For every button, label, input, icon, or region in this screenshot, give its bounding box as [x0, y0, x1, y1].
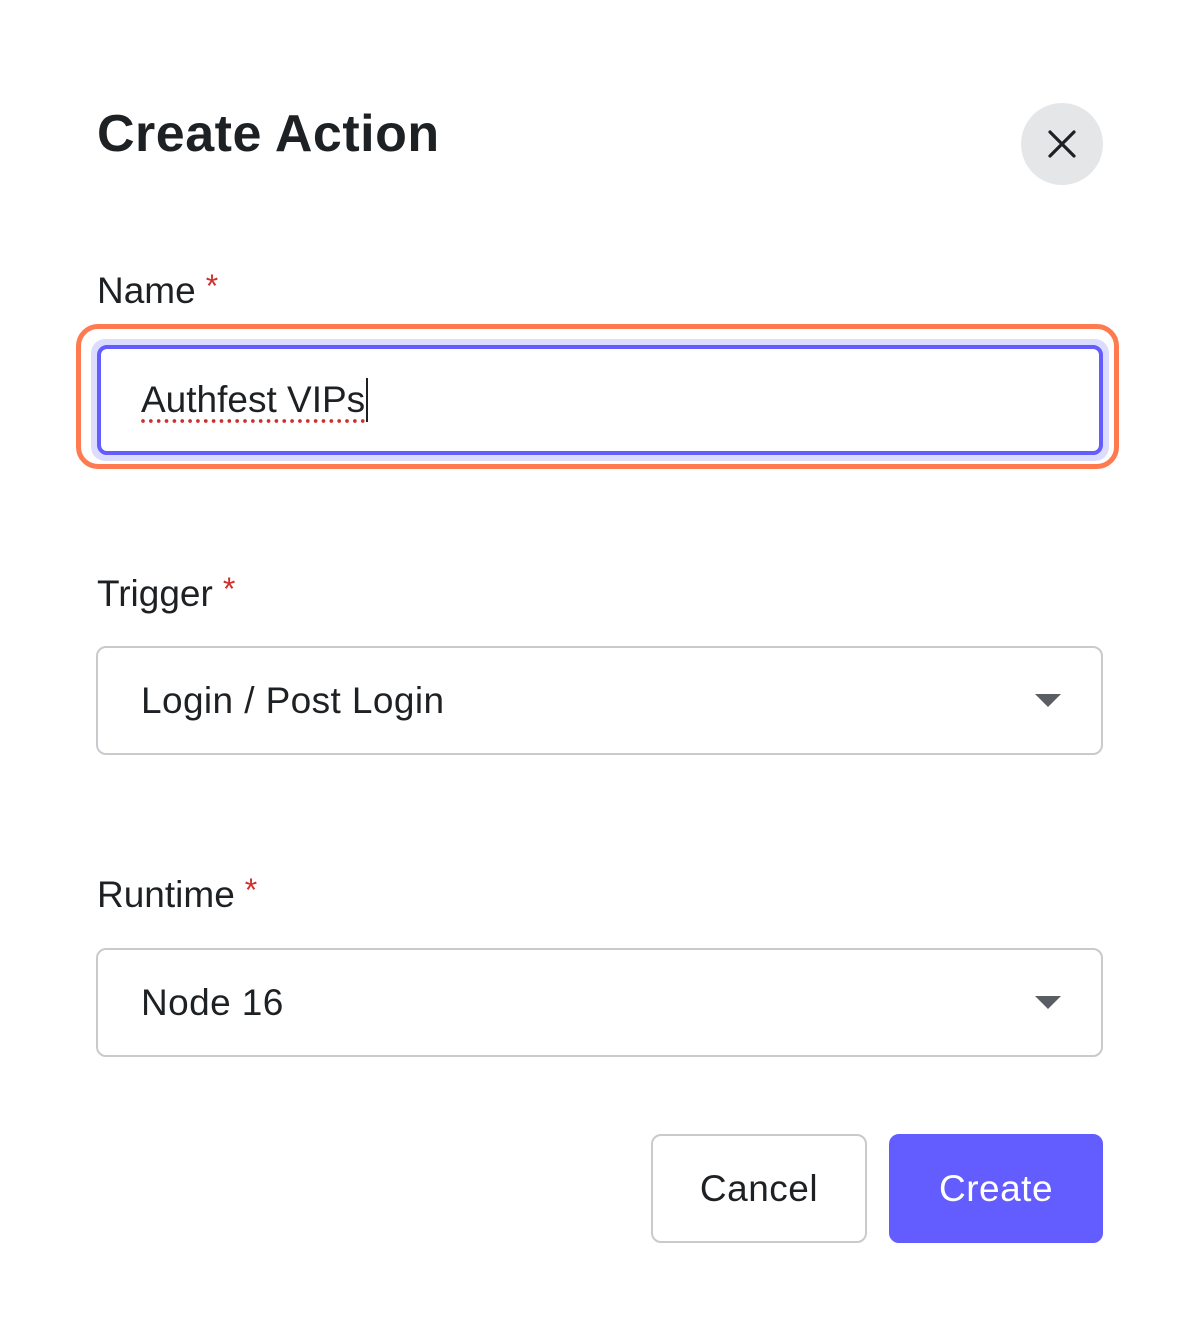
required-mark: * — [205, 268, 219, 304]
create-button[interactable]: Create — [889, 1134, 1103, 1243]
runtime-select-value: Node 16 — [141, 981, 284, 1023]
chevron-down-icon — [1035, 996, 1061, 1009]
name-input-value: Authfest VIPs — [141, 379, 366, 420]
required-mark: * — [222, 571, 236, 607]
close-icon — [1048, 130, 1076, 158]
runtime-label: Runtime * — [97, 872, 258, 916]
dialog-title: Create Action — [97, 105, 440, 163]
cancel-button[interactable]: Cancel — [651, 1134, 867, 1243]
trigger-select[interactable]: Login / Post Login — [96, 646, 1103, 755]
close-button[interactable] — [1021, 103, 1103, 185]
chevron-down-icon — [1035, 694, 1061, 707]
runtime-select[interactable]: Node 16 — [96, 948, 1103, 1057]
name-label-text: Name — [97, 270, 196, 311]
text-caret — [366, 378, 369, 422]
trigger-label: Trigger * — [97, 571, 236, 615]
name-input-wrapper: Authfest VIPs — [91, 339, 1109, 461]
name-label: Name * — [97, 268, 219, 312]
trigger-select-value: Login / Post Login — [141, 679, 445, 721]
trigger-label-text: Trigger — [97, 573, 213, 614]
required-mark: * — [244, 872, 258, 908]
runtime-label-text: Runtime — [97, 874, 235, 915]
name-input[interactable]: Authfest VIPs — [97, 345, 1103, 455]
create-action-dialog: Create Action Name * Authfest VIPs Trigge… — [0, 0, 1200, 1341]
